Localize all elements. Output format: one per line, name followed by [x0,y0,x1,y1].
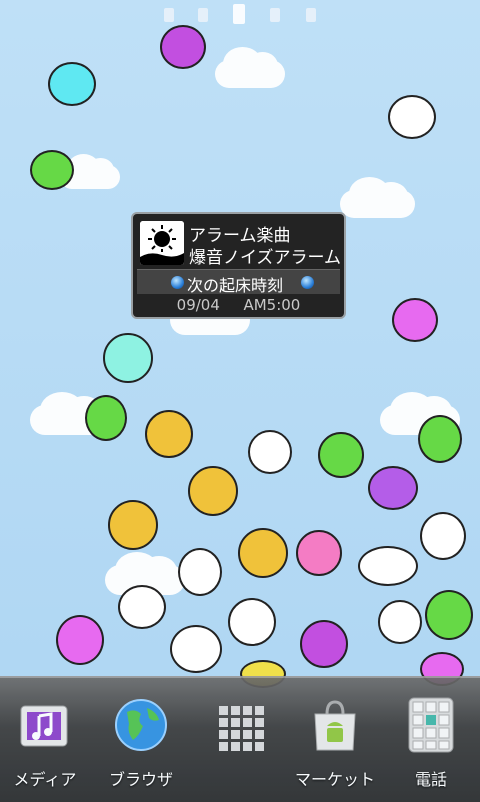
right-bubble-icon [301,276,314,289]
creature-sticker [178,548,222,596]
dock-browser[interactable]: ブラウザ [96,696,186,796]
dock-market-label: マーケット [294,770,375,789]
page-dot [270,8,280,22]
dock-app-drawer[interactable] [194,696,284,796]
phone-dialpad-icon [403,696,459,754]
creature-sticker [368,466,418,510]
creature-sticker [358,546,418,586]
market-icon [307,696,363,754]
dock-browser-label: ブラウザ [108,770,173,789]
media-icon [17,696,73,754]
dock-bar: メディア ブラウザ マーケット 電話 [0,676,480,802]
sun-landscape-icon [140,221,184,265]
creature-sticker [228,598,276,646]
app-grid-icon [211,696,267,754]
creature-sticker [300,620,348,668]
creature-sticker [85,395,127,441]
globe-icon [113,696,169,754]
alarm-widget[interactable]: アラーム楽曲 爆音ノイズアラーム 次の起床時刻 09/04 AM5:00 [131,212,346,319]
creature-sticker [160,25,206,69]
page-dot [164,8,174,22]
cloud [340,177,415,218]
alarm-time: AM5:00 [243,296,301,314]
creature-sticker [30,150,74,190]
creature-sticker [418,415,462,463]
creature-sticker [238,528,288,578]
left-bubble-icon [171,276,184,289]
creature-sticker [378,600,422,644]
page-dot [198,8,208,22]
creature-sticker [145,410,193,458]
creature-sticker [118,585,166,629]
creature-sticker [318,432,364,478]
next-alarm-datetime: 09/04 AM5:00 [133,296,344,314]
dock-media[interactable]: メディア [0,696,90,796]
creature-sticker [388,95,436,139]
dock-media-label: メディア [13,770,77,789]
next-alarm-label: 次の起床時刻 [187,276,284,295]
creature-sticker [103,333,153,383]
page-dot [306,8,316,22]
creature-sticker [108,500,158,550]
alarm-date: 09/04 [176,296,220,314]
page-indicator [160,4,320,26]
creature-sticker [48,62,96,106]
creature-sticker [392,298,438,342]
widget-alarm-name: 爆音ノイズアラーム [189,248,341,268]
creature-sticker [425,590,473,640]
creature-sticker [296,530,342,576]
dock-phone-label: 電話 [414,770,447,789]
creature-sticker [248,430,292,474]
creature-sticker [170,625,222,673]
dock-market[interactable]: マーケット [290,696,380,796]
creature-sticker [420,512,466,560]
next-alarm-bar: 次の起床時刻 [137,269,340,295]
creature-sticker [188,466,238,516]
dock-phone[interactable]: 電話 [386,696,476,796]
page-dot-active [233,4,245,24]
creature-sticker [56,615,104,665]
cloud [215,47,285,88]
